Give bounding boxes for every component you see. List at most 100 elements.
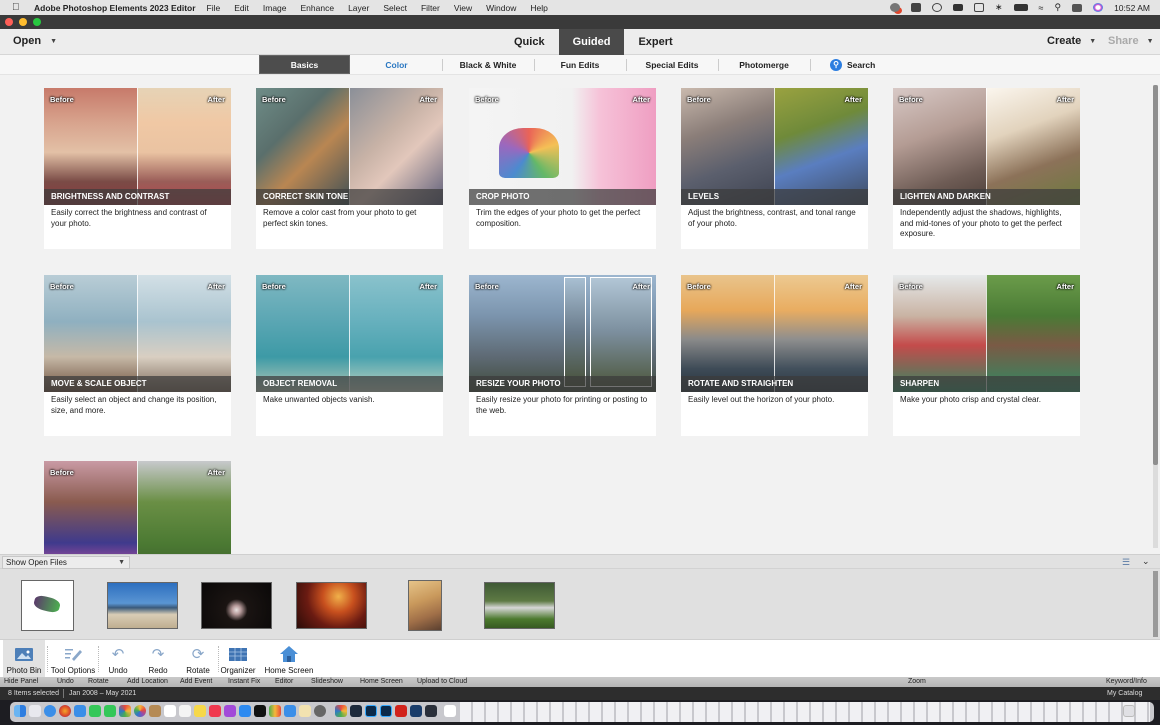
org-undo-button[interactable]: Undo: [57, 677, 74, 687]
editor-button[interactable]: Editor: [275, 677, 293, 687]
content-scrollbar[interactable]: [1153, 85, 1158, 548]
guided-card-move-scale-object[interactable]: Before After MOVE & SCALE OBJECT Easily …: [44, 275, 231, 436]
clock[interactable]: 10:52 AM: [1114, 3, 1150, 13]
dock-notes-icon[interactable]: [194, 705, 206, 717]
dock-firefox-icon[interactable]: [59, 705, 71, 717]
dock-finder-icon[interactable]: [14, 705, 26, 717]
dock-photoshop-icon[interactable]: [365, 705, 377, 717]
zoom-label[interactable]: Zoom: [908, 677, 926, 687]
rotate-button[interactable]: ⟳ Rotate: [180, 640, 216, 678]
dock-apple-tv-icon[interactable]: [254, 705, 266, 717]
home-screen-button[interactable]: Home Screen: [262, 640, 316, 678]
control-strip-icon[interactable]: [952, 4, 963, 11]
keyword-info-button[interactable]: Keyword/Info: [1106, 677, 1147, 687]
tab-quick[interactable]: Quick: [500, 29, 559, 55]
dock-mail-icon[interactable]: [74, 705, 86, 717]
siri-icon[interactable]: [1093, 3, 1104, 12]
tab-special-edits[interactable]: Special Edits: [627, 55, 717, 74]
zoom-window-button[interactable]: [33, 18, 41, 26]
tab-color[interactable]: Color: [351, 55, 442, 74]
display-icon[interactable]: [973, 3, 984, 12]
upload-to-cloud-button[interactable]: Upload to Cloud: [417, 677, 467, 687]
org-home-screen-button[interactable]: Home Screen: [360, 677, 403, 687]
bin-scrollbar[interactable]: [1153, 571, 1158, 637]
redo-button[interactable]: ↷ Redo: [140, 640, 176, 678]
bbedit-icon[interactable]: [910, 3, 921, 12]
app-name-menu[interactable]: Adobe Photoshop Elements 2023 Editor: [34, 3, 196, 13]
open-button[interactable]: Open ▼: [13, 35, 57, 47]
guided-card-crop-photo[interactable]: Before After CROP PHOTO Trim the edges o…: [469, 88, 656, 249]
bin-thumbnail-portrait[interactable]: [408, 580, 442, 631]
tab-guided[interactable]: Guided: [558, 29, 625, 55]
menu-help[interactable]: Help: [530, 3, 547, 13]
spotlight-search-icon[interactable]: ⚲: [1054, 2, 1061, 13]
dock-facetime-icon[interactable]: [89, 705, 101, 717]
tab-black-white[interactable]: Black & White: [443, 55, 533, 74]
search-button[interactable]: ⚲ Search: [830, 55, 890, 74]
dock-trash-icon[interactable]: [1123, 705, 1135, 717]
menu-select[interactable]: Select: [383, 3, 407, 13]
wifi-icon[interactable]: ≈: [1039, 3, 1044, 13]
dock-music-icon[interactable]: [209, 705, 221, 717]
dock-contacts-icon[interactable]: [149, 705, 161, 717]
dock-system-preferences-icon[interactable]: [314, 705, 326, 717]
bin-thumbnail-bride-stage[interactable]: [201, 582, 272, 629]
collapse-chevron-icon[interactable]: ⌄: [1142, 556, 1150, 567]
hide-panel-button[interactable]: Hide Panel: [4, 677, 38, 687]
apple-menu-icon[interactable]: : [12, 2, 24, 13]
dock-maps-icon[interactable]: [119, 705, 131, 717]
dock-screenshot-icon[interactable]: [444, 705, 456, 717]
scrollbar-thumb[interactable]: [1153, 85, 1158, 465]
menu-layer[interactable]: Layer: [348, 3, 369, 13]
tab-photomerge[interactable]: Photomerge: [719, 55, 809, 74]
menu-filter[interactable]: Filter: [421, 3, 440, 13]
minimize-window-button[interactable]: [19, 18, 27, 26]
vpn-shield-icon[interactable]: [931, 3, 942, 12]
bin-thumbnail-concert[interactable]: [296, 582, 367, 629]
close-window-button[interactable]: [5, 18, 13, 26]
screen-recording-icon[interactable]: [889, 3, 900, 12]
bin-thumbnail-green-ribbon-art[interactable]: [21, 580, 74, 631]
add-event-button[interactable]: Add Event: [180, 677, 212, 687]
show-open-files-dropdown[interactable]: Show Open Files ▼: [2, 556, 130, 569]
dock-acrobat-icon[interactable]: [395, 705, 407, 717]
dock-safari-icon[interactable]: [44, 705, 56, 717]
tool-options-button[interactable]: Tool Options: [49, 640, 97, 678]
organizer-button[interactable]: Organizer: [219, 640, 257, 678]
guided-card-object-removal[interactable]: Before After OBJECT REMOVAL Make unwante…: [256, 275, 443, 436]
catalog-name[interactable]: My Catalog: [1107, 687, 1142, 700]
tab-basics[interactable]: Basics: [259, 55, 350, 74]
add-location-button[interactable]: Add Location: [127, 677, 168, 687]
dock-premiere-elements-icon[interactable]: [410, 705, 422, 717]
dock-app-store-icon[interactable]: [239, 705, 251, 717]
instant-fix-button[interactable]: Instant Fix: [228, 677, 260, 687]
dock-podcasts-icon[interactable]: [224, 705, 236, 717]
share-button[interactable]: Share ▼: [1108, 35, 1154, 47]
dock-photos-icon[interactable]: [134, 705, 146, 717]
guided-card-levels[interactable]: Before After LEVELS Adjust the brightnes…: [681, 88, 868, 249]
bin-thumbnail-palm-beach[interactable]: [107, 582, 178, 629]
bin-thumbnail-wedding-couple[interactable]: [484, 582, 555, 629]
dock-reminders-icon[interactable]: [179, 705, 191, 717]
menu-enhance[interactable]: Enhance: [301, 3, 335, 13]
battery-icon[interactable]: [1013, 4, 1028, 11]
create-button[interactable]: Create ▼: [1047, 35, 1096, 47]
guided-card-correct-skin-tone[interactable]: Before After CORRECT SKIN TONE Remove a …: [256, 88, 443, 249]
menu-file[interactable]: File: [207, 3, 221, 13]
guided-card-rotate-straighten[interactable]: Before After ROTATE AND STRAIGHTEN Easil…: [681, 275, 868, 436]
guided-card-lighten-darken[interactable]: Before After LIGHTEN AND DARKEN Independ…: [893, 88, 1080, 249]
guided-card-partial[interactable]: Before After: [44, 461, 231, 554]
menu-view[interactable]: View: [454, 3, 472, 13]
org-rotate-button[interactable]: Rotate: [88, 677, 109, 687]
guided-card-sharpen[interactable]: Before After SHARPEN Make your photo cri…: [893, 275, 1080, 436]
tab-expert[interactable]: Expert: [624, 29, 686, 55]
guided-card-resize-photo[interactable]: Before After RESIZE YOUR PHOTO Easily re…: [469, 275, 656, 436]
menu-image[interactable]: Image: [263, 3, 287, 13]
dock-elements-organizer-icon[interactable]: [425, 705, 437, 717]
dock-messages-icon[interactable]: [104, 705, 116, 717]
undo-button[interactable]: ↶ Undo: [100, 640, 136, 678]
menu-edit[interactable]: Edit: [234, 3, 249, 13]
dock-launchpad-icon[interactable]: [29, 705, 41, 717]
tab-fun-edits[interactable]: Fun Edits: [535, 55, 625, 74]
photo-bin-button[interactable]: Photo Bin: [3, 640, 45, 678]
